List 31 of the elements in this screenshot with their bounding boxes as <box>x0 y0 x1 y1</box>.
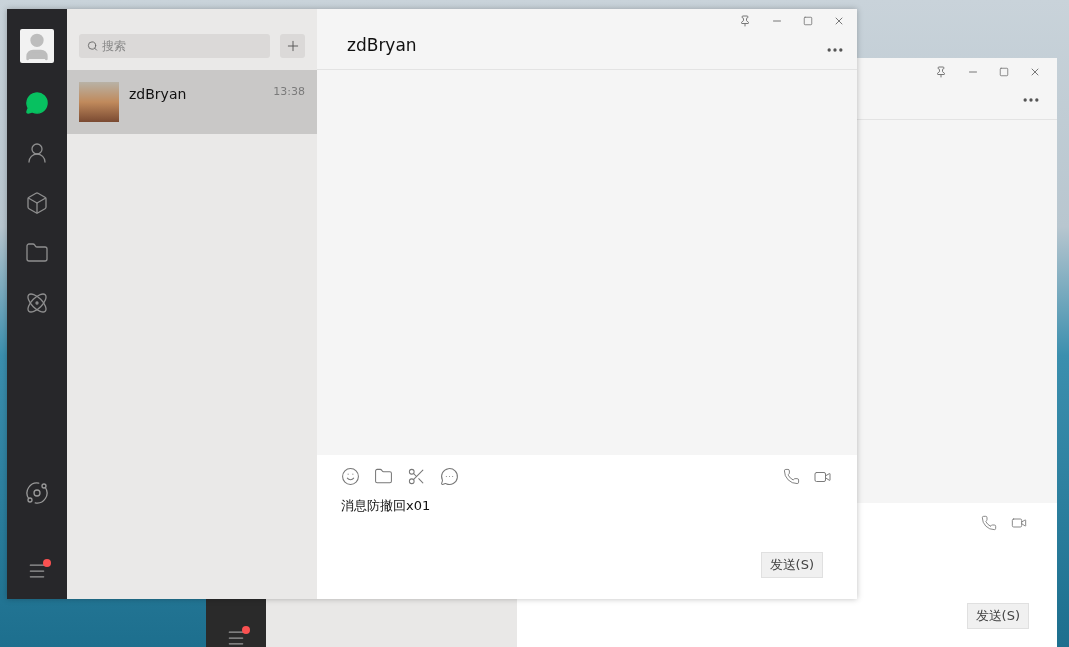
chat-list-item[interactable]: zdBryan 13:38 <box>67 70 317 134</box>
close-icon[interactable] <box>1029 66 1041 78</box>
person-icon <box>25 141 49 165</box>
search-icon <box>87 40 98 52</box>
video-call-icon[interactable] <box>1009 515 1029 531</box>
send-button[interactable]: 发送(S) <box>966 603 1029 629</box>
maximize-icon[interactable] <box>999 67 1009 77</box>
chat-bubble-icon <box>25 91 49 115</box>
emoji-icon[interactable] <box>341 467 360 486</box>
send-button[interactable]: 发送(S) <box>760 552 823 578</box>
phone-icon[interactable] <box>783 467 800 485</box>
scissors-icon[interactable] <box>407 467 426 486</box>
circle-link-icon <box>25 481 49 505</box>
folder-icon[interactable] <box>374 467 393 486</box>
search-field[interactable]: 搜索 <box>79 34 270 58</box>
chat-title: zdBryan <box>347 34 417 57</box>
message-time: 13:38 <box>273 84 305 100</box>
compose-panel[interactable]: 消息防撤回x01 发送(S) <box>317 455 857 599</box>
photo-placeholder <box>79 82 119 122</box>
phone-icon[interactable] <box>981 515 997 531</box>
chat-bubble-icon[interactable] <box>440 467 459 486</box>
message-input[interactable]: 消息防撤回x01 <box>341 496 833 552</box>
atom-icon <box>25 291 49 315</box>
contact-name: zdBryan <box>129 85 188 104</box>
pin-icon[interactable] <box>935 66 947 78</box>
maximize-icon[interactable] <box>803 16 813 26</box>
pin-icon[interactable] <box>739 15 751 27</box>
cube-icon <box>25 191 49 215</box>
folder-icon <box>25 241 49 265</box>
search-input[interactable]: 搜索 <box>101 37 262 55</box>
close-icon[interactable] <box>833 15 845 27</box>
